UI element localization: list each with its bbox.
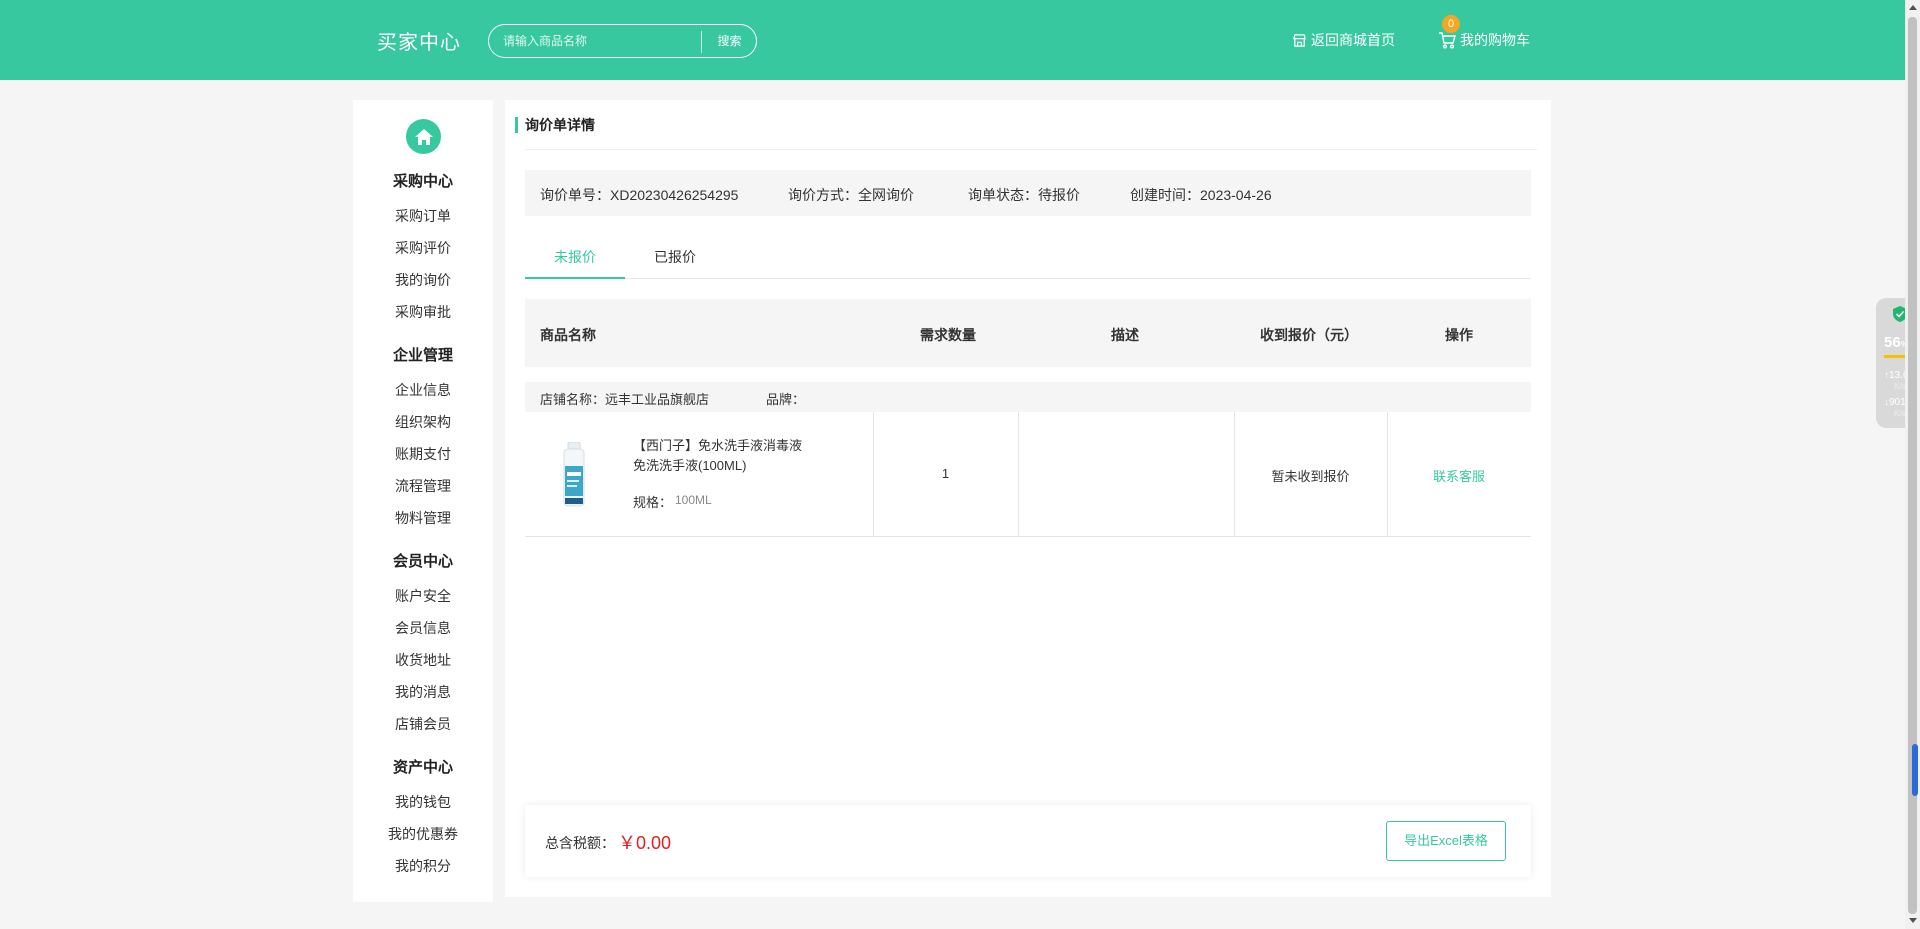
cart-link[interactable]: 我的购物车 xyxy=(1438,30,1530,50)
quote-status-cell: 暂未收到报价 xyxy=(1271,469,1350,484)
download-speed: ↓901 K/s xyxy=(1884,397,1906,418)
inquiry-info-bar: 询价单号：XD20230426254295 询价方式：全网询价 询单状态：待报价… xyxy=(525,170,1531,216)
inquiry-method: 询价方式：全网询价 xyxy=(788,187,914,203)
quantity-cell: 1 xyxy=(941,466,950,481)
cart-label: 我的购物车 xyxy=(1460,32,1530,48)
sidebar-item-purchase-reviews[interactable]: 采购评价 xyxy=(353,238,493,258)
sidebar-item-member-info[interactable]: 会员信息 xyxy=(353,618,493,638)
top-header: 买家中心 搜索 返回商城首页 我的购物车 0 xyxy=(0,0,1905,80)
spec-value: 100ML xyxy=(675,493,712,507)
sidebar-item-my-coupons[interactable]: 我的优惠券 xyxy=(353,824,493,844)
cart-icon xyxy=(1438,31,1456,49)
brand-label: 品牌： xyxy=(766,392,806,407)
sidebar-group-title: 企业管理 xyxy=(392,347,453,364)
sidebar-item-my-points[interactable]: 我的积分 xyxy=(353,856,493,876)
inquiry-created-time: 创建时间：2023-04-26 xyxy=(1130,187,1272,203)
scroll-position-indicator xyxy=(1912,744,1918,796)
inquiry-detail-panel: 询价单详情 询价单号：XD20230426254295 询价方式：全网询价 询单… xyxy=(505,100,1551,897)
sidebar-item-purchase-orders[interactable]: 采购订单 xyxy=(353,206,493,226)
product-image[interactable] xyxy=(559,441,589,508)
col-header-quantity: 需求数量 xyxy=(920,327,976,343)
sidebar-item-material-management[interactable]: 物料管理 xyxy=(353,508,493,528)
scroll-down-icon[interactable] xyxy=(1909,918,1917,923)
total-tax-label: 总含税额： xyxy=(545,835,615,851)
table-row: 【西门子】免水洗手液消毒液 免洗洗手液(100ML) 规格： 100ML 1 暂… xyxy=(525,412,1531,537)
export-excel-button[interactable]: 导出Excel表格 xyxy=(1386,821,1506,861)
search-box: 搜索 xyxy=(488,24,757,58)
product-name-link[interactable]: 【西门子】免水洗手液消毒液 免洗洗手液(100ML) xyxy=(633,436,803,476)
return-home-link[interactable]: 返回商城首页 xyxy=(1292,30,1395,50)
col-header-product: 商品名称 xyxy=(540,327,596,343)
sidebar-item-my-inquiries[interactable]: 我的询价 xyxy=(353,270,493,290)
col-header-description: 描述 xyxy=(1111,327,1139,343)
search-input[interactable] xyxy=(503,31,703,51)
sidebar-group-title: 资产中心 xyxy=(392,759,453,776)
search-button[interactable]: 搜索 xyxy=(702,25,757,57)
sidebar-item-company-info[interactable]: 企业信息 xyxy=(353,380,493,400)
brand-title[interactable]: 买家中心 xyxy=(377,26,461,55)
sidebar-item-my-messages[interactable]: 我的消息 xyxy=(353,682,493,702)
home-icon[interactable] xyxy=(406,119,441,154)
col-header-action: 操作 xyxy=(1445,327,1473,343)
spec-label: 规格： xyxy=(633,495,673,510)
col-header-quote: 收到报价（元） xyxy=(1260,327,1358,343)
tab-unquoted[interactable]: 未报价 xyxy=(525,237,625,279)
sidebar: 采购中心 采购订单 采购评价 我的询价 采购审批 企业管理 企业信息 组织架构 … xyxy=(353,100,493,902)
sidebar-item-credit-payment[interactable]: 账期支付 xyxy=(353,444,493,464)
return-home-label: 返回商城首页 xyxy=(1311,32,1395,48)
sidebar-item-purchase-approval[interactable]: 采购审批 xyxy=(353,302,493,322)
store-icon xyxy=(1292,33,1307,48)
contact-service-link[interactable]: 联系客服 xyxy=(1387,466,1531,485)
sidebar-item-org-structure[interactable]: 组织架构 xyxy=(353,412,493,432)
shop-name: 店铺名称：远丰工业品旗舰店 xyxy=(540,392,710,407)
summary-footer: 总含税额： ￥0.00 导出Excel表格 xyxy=(525,805,1531,877)
sidebar-item-my-wallet[interactable]: 我的钱包 xyxy=(353,792,493,812)
inquiry-number: 询价单号：XD20230426254295 xyxy=(540,187,739,203)
total-tax-value: ￥0.00 xyxy=(618,833,672,853)
page-title: 询价单详情 xyxy=(515,117,595,133)
table-header: 商品名称 需求数量 描述 收到报价（元） 操作 xyxy=(525,299,1531,367)
shop-info-row: 店铺名称：远丰工业品旗舰店 品牌： xyxy=(525,382,1531,412)
sidebar-group-title: 会员中心 xyxy=(392,553,453,570)
quote-tabs: 未报价 已报价 xyxy=(525,237,1531,279)
sidebar-item-store-members[interactable]: 店铺会员 xyxy=(353,714,493,734)
inquiry-status: 询单状态：待报价 xyxy=(968,187,1080,203)
sidebar-item-process-management[interactable]: 流程管理 xyxy=(353,476,493,496)
sidebar-group-title: 采购中心 xyxy=(392,173,453,190)
scroll-up-icon[interactable] xyxy=(1909,5,1917,10)
cart-count-badge: 0 xyxy=(1442,15,1460,33)
tab-quoted[interactable]: 已报价 xyxy=(625,237,725,279)
sidebar-item-shipping-address[interactable]: 收货地址 xyxy=(353,650,493,670)
sidebar-item-account-security[interactable]: 账户安全 xyxy=(353,586,493,606)
column-divider xyxy=(1018,412,1019,537)
title-divider xyxy=(525,149,1537,150)
